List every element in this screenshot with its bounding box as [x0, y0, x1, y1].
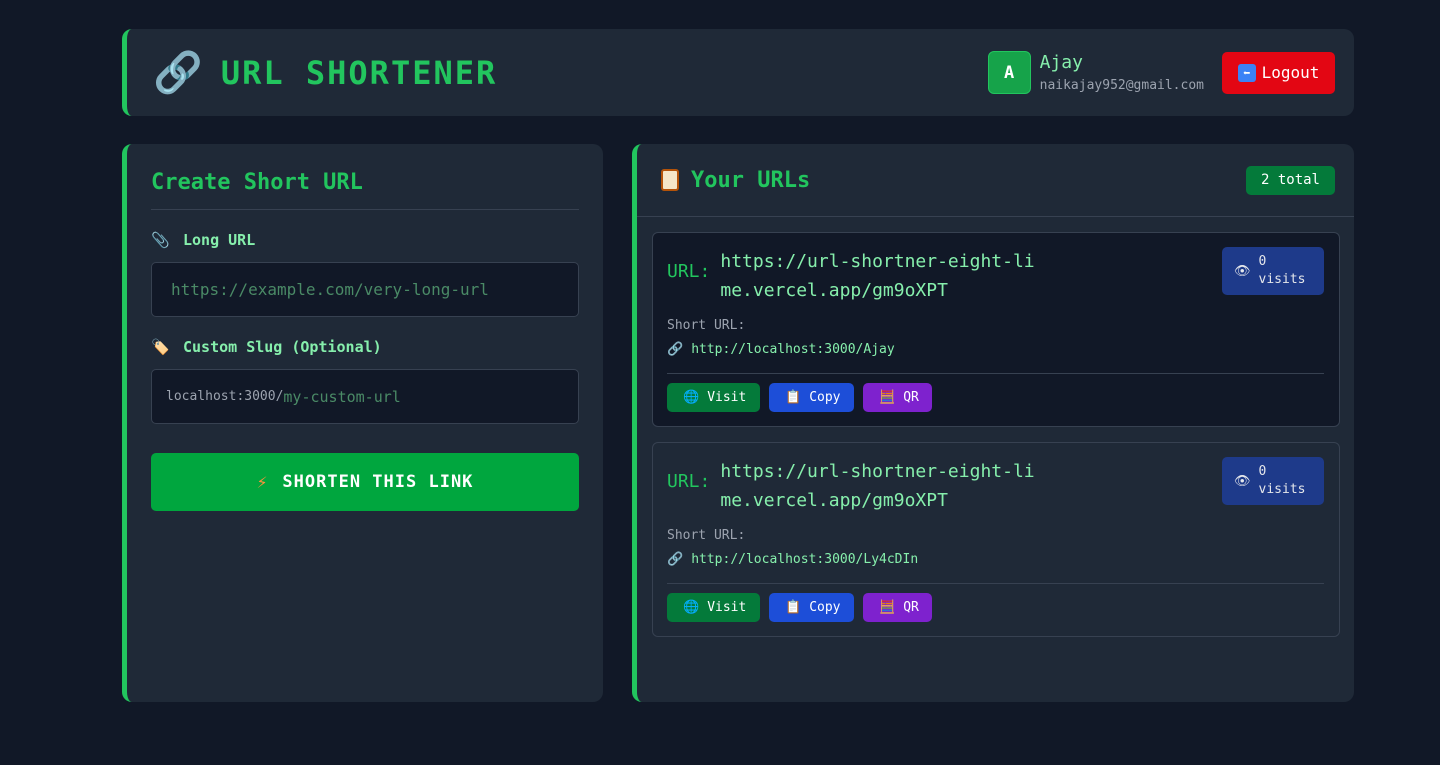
visits-count: 0 — [1258, 464, 1267, 479]
url-card: URL: https://url-shortner-eight-lime.ver… — [652, 232, 1340, 427]
qr-button[interactable]: 🧮 QR — [863, 593, 932, 622]
app-header: 🔗 URL SHORTENER A Ajay naikajay952@gmail… — [122, 29, 1354, 116]
short-url-label: Short URL: — [667, 318, 746, 333]
user-area: A Ajay naikajay952@gmail.com ⬅ Logout — [987, 51, 1335, 94]
long-url-label: 📎 Long URL — [151, 231, 579, 249]
link-icon: 🔗 — [667, 342, 684, 357]
copy-label: Copy — [809, 600, 841, 615]
paperclip-icon: 📎 — [151, 231, 170, 249]
link-icon: 🔗 — [667, 552, 684, 567]
globe-icon: 🌐 — [683, 390, 700, 405]
url-prefix: URL: — [667, 471, 711, 492]
user-email: naikajay952@gmail.com — [1039, 78, 1204, 93]
urls-title-text: Your URLs — [691, 167, 811, 193]
shorten-button-label: SHORTEN THIS LINK — [282, 472, 474, 492]
long-url-label-text: Long URL — [183, 231, 256, 249]
url-line: URL: https://url-shortner-eight-lime.ver… — [667, 247, 1324, 305]
card-actions: 🌐 Visit 📋 Copy 🧮 QR — [667, 593, 1324, 622]
visits-text: 0 visits — [1259, 253, 1306, 289]
user-info: Ajay naikajay952@gmail.com — [1040, 52, 1204, 93]
slug-label: 🏷️ Custom Slug (Optional) — [151, 338, 579, 356]
logout-label: Logout — [1261, 63, 1320, 82]
short-url-link[interactable]: http://localhost:3000/Ajay — [691, 342, 895, 357]
visit-button[interactable]: 🌐 Visit — [667, 383, 760, 412]
qr-button[interactable]: 🧮 QR — [863, 383, 932, 412]
visits-badge: 👁 0 visits — [1222, 247, 1324, 295]
visits-text: 0 visits — [1259, 463, 1306, 499]
clipboard-icon — [661, 169, 679, 191]
slug-input[interactable] — [283, 387, 564, 406]
short-url-label: Short URL: — [667, 528, 746, 543]
visit-label: Visit — [707, 390, 747, 405]
app-title: URL SHORTENER — [220, 53, 498, 92]
short-url-link[interactable]: http://localhost:3000/Ly4cDIn — [691, 552, 918, 567]
visit-label: Visit — [707, 600, 747, 615]
lightning-icon: ⚡ — [256, 471, 269, 493]
tag-icon: 🏷️ — [151, 338, 170, 356]
shorten-button[interactable]: ⚡ SHORTEN THIS LINK — [151, 453, 579, 511]
url-card: URL: https://url-shortner-eight-lime.ver… — [652, 442, 1340, 637]
qr-icon: 🧮 — [879, 600, 896, 615]
short-url: 🔗 http://localhost:3000/Ajay — [667, 342, 1324, 374]
eye-icon: 👁 — [1234, 263, 1251, 279]
visits-badge: 👁 0 visits — [1222, 457, 1324, 505]
copy-button[interactable]: 📋 Copy — [769, 593, 854, 622]
urls-panel: Your URLs 2 total URL: https://url-short… — [632, 144, 1354, 702]
url-prefix: URL: — [667, 261, 711, 282]
arrow-left-icon: ⬅ — [1237, 63, 1256, 82]
urls-title: Your URLs — [661, 168, 810, 193]
copy-label: Copy — [809, 390, 841, 405]
visits-label: visits — [1258, 482, 1306, 497]
long-url-text: https://url-shortner-eight-lime.vercel.a… — [720, 461, 1035, 511]
create-panel: Create Short URL 📎 Long URL 🏷️ Custom Sl… — [122, 144, 603, 702]
visits-label: visits — [1258, 272, 1306, 287]
short-url: 🔗 http://localhost:3000/Ly4cDIn — [667, 552, 1324, 584]
slug-prefix: localhost:3000/ — [166, 389, 284, 404]
user-name: Ajay — [1039, 52, 1083, 73]
long-url-input[interactable] — [171, 280, 559, 299]
copy-button[interactable]: 📋 Copy — [769, 383, 854, 412]
qr-icon: 🧮 — [879, 390, 896, 405]
visits-count: 0 — [1258, 254, 1267, 269]
globe-icon: 🌐 — [683, 600, 700, 615]
link-icon: 🔗 — [153, 49, 203, 96]
slug-field: localhost:3000/ — [151, 369, 579, 424]
visit-button[interactable]: 🌐 Visit — [667, 593, 760, 622]
urls-header: Your URLs 2 total — [637, 144, 1354, 217]
clipboard-icon: 📋 — [785, 390, 802, 405]
eye-icon: 👁 — [1234, 473, 1251, 489]
long-url-field — [151, 262, 579, 317]
avatar: A — [987, 51, 1031, 94]
logout-button[interactable]: ⬅ Logout — [1222, 51, 1335, 94]
slug-label-text: Custom Slug (Optional) — [183, 338, 382, 356]
card-actions: 🌐 Visit 📋 Copy 🧮 QR — [667, 383, 1324, 412]
url-line: URL: https://url-shortner-eight-lime.ver… — [667, 457, 1324, 515]
qr-label: QR — [903, 390, 919, 405]
long-url-text: https://url-shortner-eight-lime.vercel.a… — [720, 251, 1035, 301]
qr-label: QR — [903, 600, 919, 615]
create-panel-title: Create Short URL — [151, 170, 579, 210]
total-badge: 2 total — [1245, 165, 1335, 195]
clipboard-icon: 📋 — [785, 600, 802, 615]
